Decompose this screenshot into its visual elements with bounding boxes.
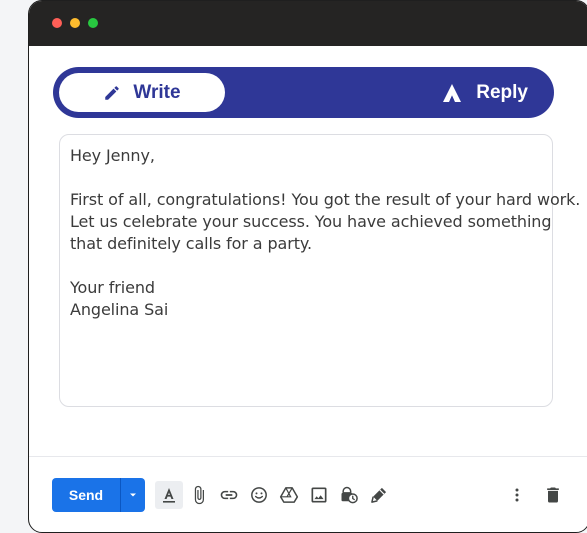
body-line: Hey Jenny, bbox=[70, 146, 155, 165]
footer-actions bbox=[503, 481, 569, 509]
pencil-icon bbox=[103, 84, 121, 102]
drive-button[interactable] bbox=[275, 481, 303, 509]
link-icon bbox=[219, 485, 239, 505]
signature-pen-icon bbox=[369, 485, 389, 505]
title-bar bbox=[29, 1, 587, 46]
tab-reply[interactable]: Reply bbox=[442, 73, 528, 112]
body-line: Angelina Sai bbox=[70, 300, 169, 319]
footer-divider bbox=[29, 456, 587, 457]
confidential-lock-icon bbox=[339, 485, 359, 505]
mode-switch: Write Reply bbox=[53, 67, 554, 118]
body-line: First of all, congratulations! You got t… bbox=[70, 190, 581, 209]
send-button[interactable]: Send bbox=[52, 478, 120, 512]
body-line: that definitely calls for a party. bbox=[70, 234, 312, 253]
text-format-button[interactable] bbox=[155, 481, 183, 509]
signature-button[interactable] bbox=[365, 481, 393, 509]
message-body-editor[interactable]: Hey Jenny, First of all, congratulations… bbox=[59, 134, 581, 407]
drive-icon bbox=[279, 485, 299, 505]
emoji-button[interactable] bbox=[245, 481, 273, 509]
tab-reply-label: Reply bbox=[476, 81, 528, 103]
attach-button[interactable] bbox=[185, 481, 213, 509]
emoji-icon bbox=[249, 485, 269, 505]
tab-write-label: Write bbox=[133, 81, 181, 103]
send-options-button[interactable] bbox=[121, 478, 145, 512]
discard-draft-button[interactable] bbox=[539, 481, 567, 509]
trash-icon bbox=[543, 485, 563, 505]
reply-brand-icon bbox=[442, 83, 462, 103]
text-format-icon bbox=[160, 486, 178, 504]
more-options-icon bbox=[507, 485, 527, 505]
close-window-button[interactable] bbox=[52, 18, 62, 28]
confidential-mode-button[interactable] bbox=[335, 481, 363, 509]
caret-down-icon bbox=[128, 490, 138, 500]
tab-write[interactable]: Write bbox=[59, 73, 225, 112]
compose-window: Write Reply Hey Jenny, First of all, con… bbox=[28, 0, 587, 533]
body-line bbox=[70, 255, 542, 277]
image-icon bbox=[309, 485, 329, 505]
insert-photo-button[interactable] bbox=[305, 481, 333, 509]
insert-link-button[interactable] bbox=[215, 481, 243, 509]
body-line bbox=[70, 167, 542, 189]
more-options-button[interactable] bbox=[503, 481, 531, 509]
format-toolbar bbox=[155, 481, 395, 509]
send-button-group: Send bbox=[52, 478, 145, 512]
body-line: Your friend bbox=[70, 278, 155, 297]
maximize-window-button[interactable] bbox=[88, 18, 98, 28]
minimize-window-button[interactable] bbox=[70, 18, 80, 28]
attach-icon bbox=[189, 485, 209, 505]
body-line: Let us celebrate your success. You have … bbox=[70, 212, 552, 231]
